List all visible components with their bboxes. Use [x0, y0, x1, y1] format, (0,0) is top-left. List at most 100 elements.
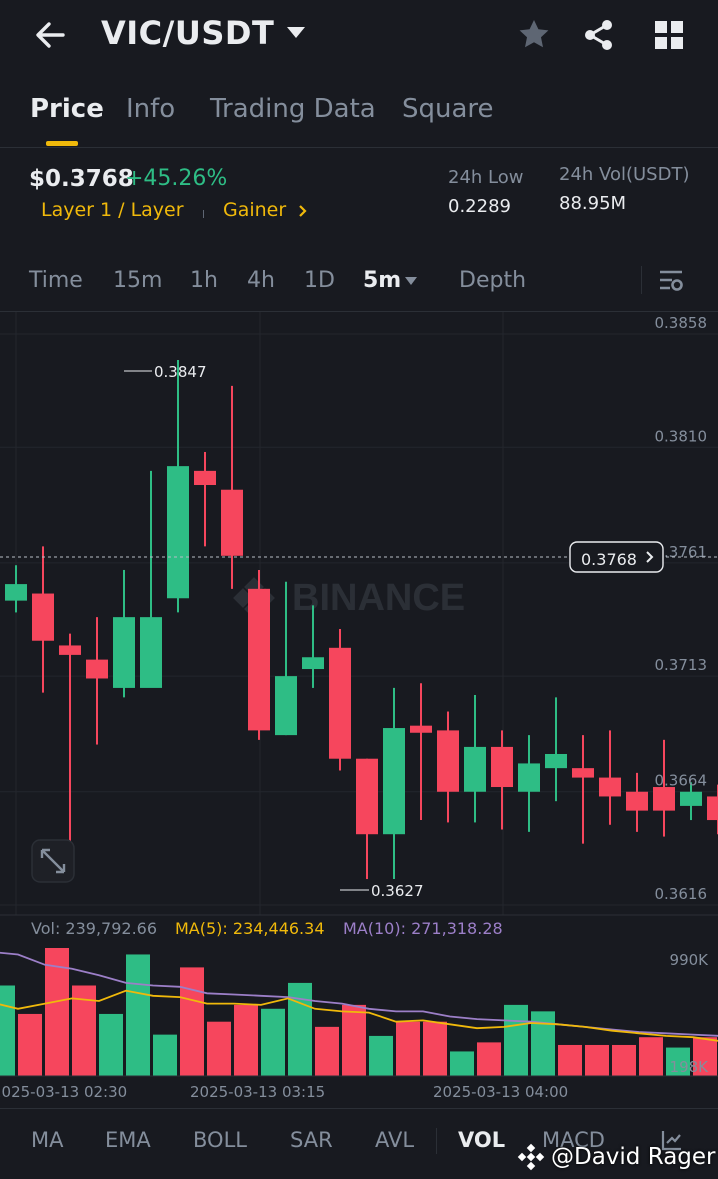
candle[interactable]	[32, 546, 54, 693]
candle[interactable]	[140, 470, 162, 688]
candle[interactable]	[410, 683, 432, 821]
volume-bar	[18, 1013, 42, 1076]
candle[interactable]	[599, 730, 621, 825]
arrow-left-icon[interactable]	[30, 15, 70, 55]
price-tick-label: 0.3616	[655, 885, 708, 903]
candle-body	[329, 647, 351, 759]
vol-24h-value: 88.95M	[559, 193, 627, 214]
price-tick-label: 0.3858	[655, 314, 708, 332]
volume-axis-bottom: 198K	[670, 1058, 710, 1076]
timeframe-time[interactable]: Time	[29, 268, 83, 293]
tab-price[interactable]: Price	[30, 94, 104, 124]
chart-settings-icon[interactable]	[657, 268, 685, 294]
indicator-vol[interactable]: VOL	[458, 1128, 505, 1152]
candle-body	[653, 787, 675, 811]
candle[interactable]	[113, 569, 135, 698]
candle[interactable]	[194, 451, 216, 547]
volume-bar	[558, 1044, 582, 1076]
candle-body	[707, 796, 718, 821]
tab-square[interactable]: Square	[402, 94, 494, 124]
candle-body	[491, 746, 513, 788]
tab-info[interactable]: Info	[126, 94, 175, 124]
volume-bar	[531, 1011, 555, 1076]
candle-body	[113, 617, 135, 688]
candle-body	[32, 593, 54, 641]
indicator-ma[interactable]: MA	[31, 1128, 63, 1152]
star-icon[interactable]	[516, 17, 552, 53]
indicator-ema[interactable]: EMA	[105, 1128, 151, 1152]
chevron-down-icon[interactable]	[287, 27, 305, 38]
price-tick-label: 0.3664	[655, 772, 708, 790]
candle[interactable]	[491, 730, 513, 830]
timeframe-1h[interactable]: 1h	[190, 268, 218, 293]
pair-title[interactable]: VIC/USDT	[101, 14, 274, 52]
candle[interactable]	[464, 695, 486, 823]
volume-bar	[0, 985, 15, 1076]
volume-bar	[612, 1044, 636, 1076]
candle-body	[167, 466, 189, 599]
candle-body	[5, 584, 27, 601]
candle[interactable]	[572, 735, 594, 844]
grid-icon[interactable]	[652, 18, 686, 52]
indicator-boll[interactable]: BOLL	[193, 1128, 247, 1152]
chevron-down-icon[interactable]	[405, 277, 417, 285]
candle-body	[518, 763, 540, 792]
candle[interactable]	[167, 359, 189, 613]
candle[interactable]	[437, 711, 459, 823]
category-tag-link[interactable]: Layer 1 / Layer	[41, 199, 184, 221]
chevron-right-icon[interactable]	[296, 202, 310, 220]
volume-bar	[396, 1021, 420, 1076]
volume-axis-top: 990K	[670, 951, 710, 969]
price-tick-label: 0.3713	[655, 656, 708, 674]
volume-bar	[423, 1021, 447, 1076]
candle[interactable]	[86, 617, 108, 745]
timeframe-15m[interactable]: 15m	[113, 268, 162, 293]
time-label-1: 2025-03-13 02:30	[0, 1083, 127, 1101]
tag-separator	[203, 210, 204, 218]
tab-trading-data[interactable]: Trading Data	[210, 94, 376, 124]
current-price-value: 0.3768	[581, 550, 637, 569]
candle-body	[545, 753, 567, 769]
candle[interactable]	[329, 628, 351, 771]
volume-bar	[585, 1044, 609, 1076]
candle-body	[356, 758, 378, 835]
share-icon[interactable]	[581, 17, 617, 53]
watermark-text: BINANCE	[292, 577, 465, 619]
vol-readout: Vol: 239,792.66	[31, 919, 157, 938]
low-marker: 0.3627	[340, 882, 424, 900]
volume-bar	[504, 1004, 528, 1076]
candle-body	[221, 489, 243, 556]
indicator-avl[interactable]: AVL	[375, 1128, 414, 1152]
ma10-readout: MA(10): 271,318.28	[343, 919, 503, 938]
volume-bar	[99, 1013, 123, 1076]
indicator-sar[interactable]: SAR	[290, 1128, 333, 1152]
candle[interactable]	[248, 569, 270, 740]
timeframe-4h[interactable]: 4h	[247, 268, 275, 293]
candle-body	[437, 730, 459, 792]
binance-logo-icon	[517, 1143, 545, 1171]
low-24h-value: 0.2289	[448, 196, 511, 217]
timeframe-5m[interactable]: 5m	[363, 268, 401, 293]
volume-bar	[450, 1051, 474, 1076]
candle[interactable]	[356, 758, 378, 880]
volume-bar	[153, 1034, 177, 1076]
candle[interactable]	[5, 565, 27, 613]
candle[interactable]	[545, 697, 567, 802]
current-price-tag[interactable]: 0.3768	[569, 541, 664, 573]
candle[interactable]	[626, 772, 648, 832]
timeframe-depth[interactable]: Depth	[459, 268, 526, 293]
timeframe-1d[interactable]: 1D	[304, 268, 335, 293]
candle-body	[626, 791, 648, 811]
gainer-tag-link[interactable]: Gainer	[223, 199, 286, 221]
candle-body	[59, 645, 81, 655]
candle[interactable]	[59, 633, 81, 854]
candle-body	[194, 470, 216, 486]
expand-icon[interactable]	[31, 839, 75, 883]
volume-bar	[234, 1004, 258, 1076]
candle[interactable]	[518, 735, 540, 832]
candle[interactable]	[221, 385, 243, 589]
candlestick-chart[interactable]: BINANCE 0.38580.38100.37610.37130.36640.…	[0, 312, 718, 1108]
indicator-divider	[0, 1108, 718, 1109]
volume-bar	[477, 1042, 501, 1076]
candle[interactable]	[383, 687, 405, 880]
